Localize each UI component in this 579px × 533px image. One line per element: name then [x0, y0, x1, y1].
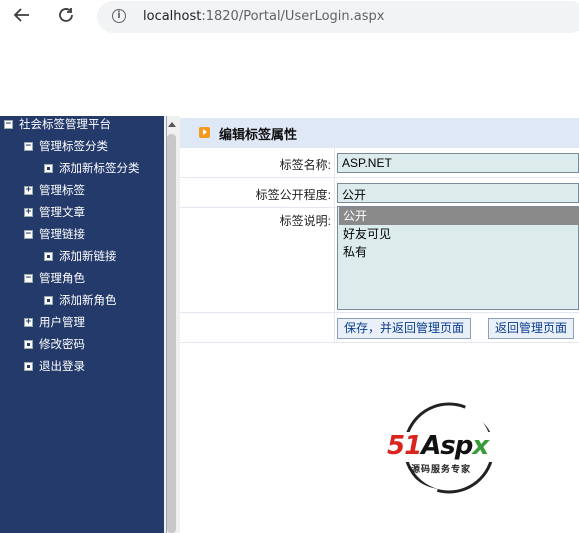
sidebar-item-label: 添加新链接: [59, 251, 117, 263]
address-bar[interactable]: i localhost:1820/Portal/UserLogin.aspx: [97, 1, 579, 33]
frame-splitter[interactable]: [164, 116, 180, 533]
sidebar-item-add-role[interactable]: 添加新角色: [44, 292, 117, 310]
tree-root-label: 社会标签管理平台: [19, 119, 111, 131]
reload-icon[interactable]: [54, 6, 78, 28]
sidebar-item-manage-links[interactable]: − 管理链接: [24, 226, 85, 244]
expand-icon[interactable]: +: [24, 186, 33, 196]
visibility-input[interactable]: 公开: [337, 183, 579, 203]
leaf-icon: [44, 164, 53, 174]
sidebar-item-label: 添加新角色: [59, 295, 117, 307]
sidebar-item-manage-tag-categories[interactable]: − 管理标签分类: [24, 138, 108, 156]
sidebar-item-add-tag-category[interactable]: 添加新标签分类: [44, 160, 140, 178]
sidebar-item-label: 添加新标签分类: [59, 163, 140, 175]
expand-icon[interactable]: +: [24, 318, 33, 328]
sidebar-item-manage-tags[interactable]: + 管理标签: [24, 182, 85, 200]
description-label: 标签说明:: [279, 214, 331, 228]
leaf-icon: [44, 296, 53, 306]
site-info-icon[interactable]: i: [112, 9, 126, 23]
tag-name-label: 标签名称:: [279, 158, 331, 172]
sidebar-item-logout[interactable]: 退出登录: [24, 358, 85, 376]
divider: [180, 147, 579, 148]
divider: [180, 342, 579, 343]
section-header: 编辑标签属性: [180, 118, 579, 148]
edit-tag-panel: 编辑标签属性 标签名称: ASP.NET 标签公开程度: 公开 标签说明: 公开…: [180, 116, 579, 533]
visibility-label: 标签公开程度:: [255, 188, 331, 202]
sidebar-item-label: 修改密码: [39, 339, 85, 351]
collapse-icon[interactable]: −: [24, 142, 33, 152]
visibility-value: 公开: [342, 188, 367, 202]
tree-root[interactable]: − 社会标签管理平台: [4, 116, 111, 134]
brand-logo: 51Aspx 源码服务专家: [385, 402, 515, 495]
listbox-option[interactable]: 公开: [339, 207, 579, 225]
sidebar-item-label: 管理角色: [39, 273, 85, 285]
sidebar-item-label: 管理标签: [39, 185, 85, 197]
listbox-option[interactable]: 私有: [339, 243, 579, 261]
sidebar-tree: − 社会标签管理平台 − 管理标签分类 添加新标签分类 + 管理标签 + 管理文章 − 管…: [0, 116, 164, 533]
tag-name-input[interactable]: ASP.NET: [337, 153, 579, 173]
page-title: 编辑标签属性: [219, 127, 298, 142]
sidebar-item-label: 管理链接: [39, 229, 85, 241]
browser-toolbar: i localhost:1820/Portal/UserLogin.aspx: [0, 0, 579, 34]
collapse-icon[interactable]: −: [24, 230, 33, 240]
collapse-icon[interactable]: −: [24, 274, 33, 284]
sidebar-item-user-management[interactable]: + 用户管理: [24, 314, 85, 332]
sidebar-item-label: 管理文章: [39, 207, 85, 219]
scroll-up-icon[interactable]: [168, 122, 176, 127]
expand-icon[interactable]: +: [24, 208, 33, 218]
leaf-icon: [24, 340, 33, 350]
sidebar-item-label: 管理标签分类: [39, 141, 108, 153]
play-arrow-icon: [199, 127, 210, 138]
url-text[interactable]: localhost:1820/Portal/UserLogin.aspx: [143, 9, 384, 24]
save-and-return-button[interactable]: 保存，并返回管理页面: [337, 318, 472, 339]
divider: [180, 177, 579, 178]
sidebar-item-change-password[interactable]: 修改密码: [24, 336, 85, 354]
leaf-icon: [44, 252, 53, 262]
leaf-icon: [24, 362, 33, 372]
sidebar-item-manage-articles[interactable]: + 管理文章: [24, 204, 85, 222]
description-listbox[interactable]: 公开 好友可见 私有: [337, 206, 579, 310]
sidebar-item-label: 退出登录: [39, 361, 85, 373]
listbox-option[interactable]: 好友可见: [339, 225, 579, 243]
back-arrow-icon[interactable]: [10, 6, 34, 28]
return-button[interactable]: 返回管理页面: [488, 318, 575, 339]
divider: [334, 147, 335, 342]
scrollbar-thumb[interactable]: [167, 134, 176, 533]
sidebar-item-manage-roles[interactable]: − 管理角色: [24, 270, 85, 288]
tag-name-value: ASP.NET: [342, 156, 392, 170]
divider: [180, 312, 579, 313]
logo-tagline: 源码服务专家: [411, 464, 472, 474]
logo-brand-text: 51Aspx: [387, 431, 489, 461]
sidebar-item-add-link[interactable]: 添加新链接: [44, 248, 117, 266]
collapse-icon[interactable]: −: [4, 120, 13, 130]
sidebar-item-label: 用户管理: [39, 317, 85, 329]
